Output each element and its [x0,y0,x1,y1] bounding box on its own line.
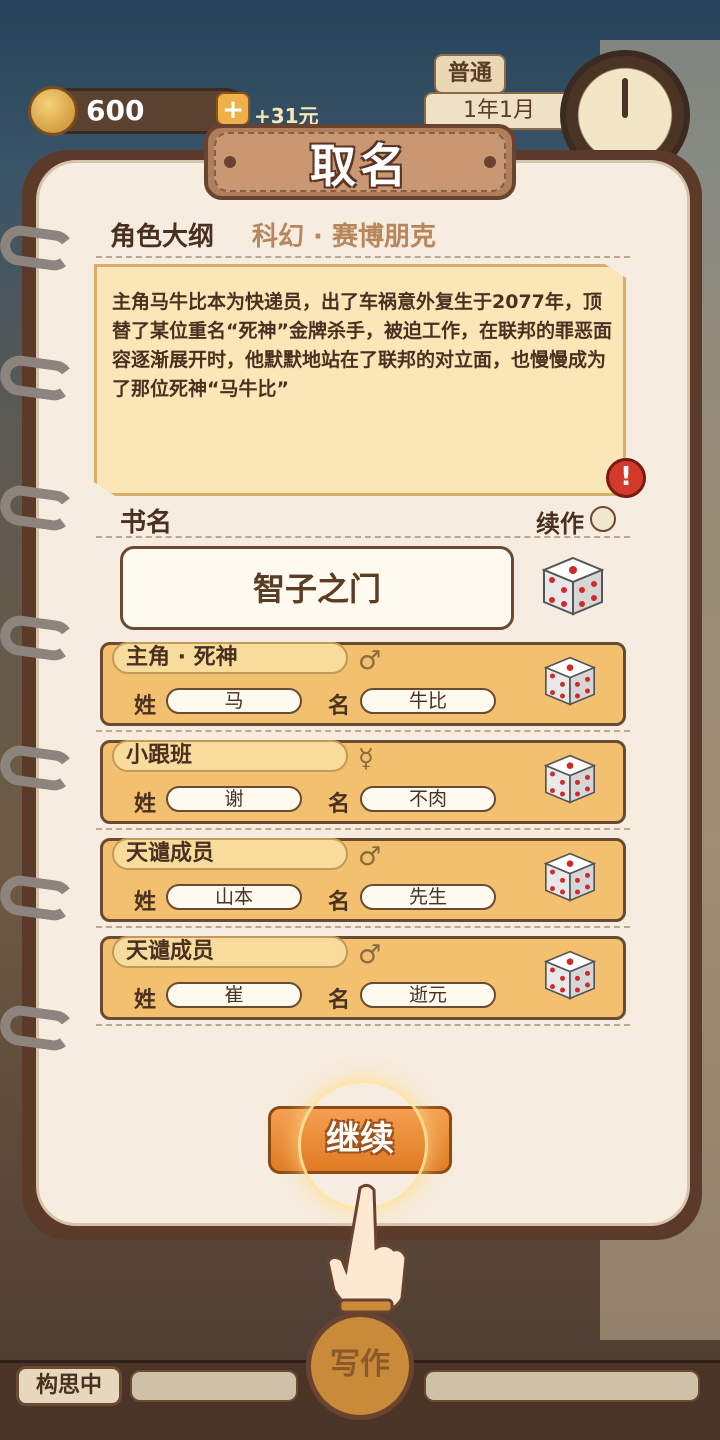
character-role: 主角 · 死神 [112,642,348,674]
genre-label: 科幻 · 赛博朋克 [252,222,436,252]
pointing-hand-icon [326,1183,408,1314]
givenname-field[interactable]: 不肉 [360,786,496,812]
surname-field[interactable]: 崔 [166,982,302,1008]
surname-label: 姓 [134,988,157,1013]
surname-field[interactable]: 马 [166,688,302,714]
givenname-label: 名 [328,890,351,915]
givenname-field[interactable]: 先生 [360,884,496,910]
male-icon[interactable]: ♂ [358,940,381,970]
dialog-title: 取名 [310,139,410,193]
givenname-label: 名 [328,988,351,1013]
divider [96,536,630,538]
outline-label: 角色大纲 [110,222,215,252]
surname-label: 姓 [134,890,157,915]
synopsis-text: 主角马牛比本为快递员，出了车祸意外复生于2077年，顶替了某位重名“死神”金牌杀… [112,291,612,400]
thinking-button[interactable]: 构思中 [16,1366,122,1406]
progress-bar-right [424,1370,700,1402]
coin-icon [28,86,78,136]
add-coins-button[interactable]: + [216,92,250,126]
bookname-label: 书名 [120,508,173,538]
dice-icon[interactable] [544,950,596,1000]
surname-field[interactable]: 谢 [166,786,302,812]
givenname-label: 名 [328,694,351,719]
divider [96,730,630,732]
character-role: 小跟班 [112,740,348,772]
dice-icon[interactable] [542,556,604,616]
difficulty-badge: 普通 [434,54,506,94]
clock-hand [622,78,628,118]
surname-label: 姓 [134,694,157,719]
sequel-label: 续作 [536,510,584,538]
sequel-checkbox[interactable] [590,506,616,532]
bookname-field[interactable]: 智子之门 [120,546,514,630]
dice-icon[interactable] [544,656,596,706]
divider [96,828,630,830]
write-button[interactable]: 写作 [306,1312,414,1420]
givenname-field[interactable]: 逝元 [360,982,496,1008]
gender-neutral-icon[interactable]: ☿ [358,744,374,774]
givenname-field[interactable]: 牛比 [360,688,496,714]
character-role: 天谴成员 [112,838,348,870]
surname-field[interactable]: 山本 [166,884,302,910]
divider [96,926,630,928]
warning-icon[interactable]: ! [606,458,646,498]
surname-label: 姓 [134,792,157,817]
dice-icon[interactable] [544,852,596,902]
divider [96,256,630,258]
coin-amount: 600 [86,94,145,127]
givenname-label: 名 [328,792,351,817]
male-icon[interactable]: ♂ [358,646,381,676]
male-icon[interactable]: ♂ [358,842,381,872]
dice-icon[interactable] [544,754,596,804]
progress-bar-left [130,1370,298,1402]
divider [96,1024,630,1026]
character-role: 天谴成员 [112,936,348,968]
